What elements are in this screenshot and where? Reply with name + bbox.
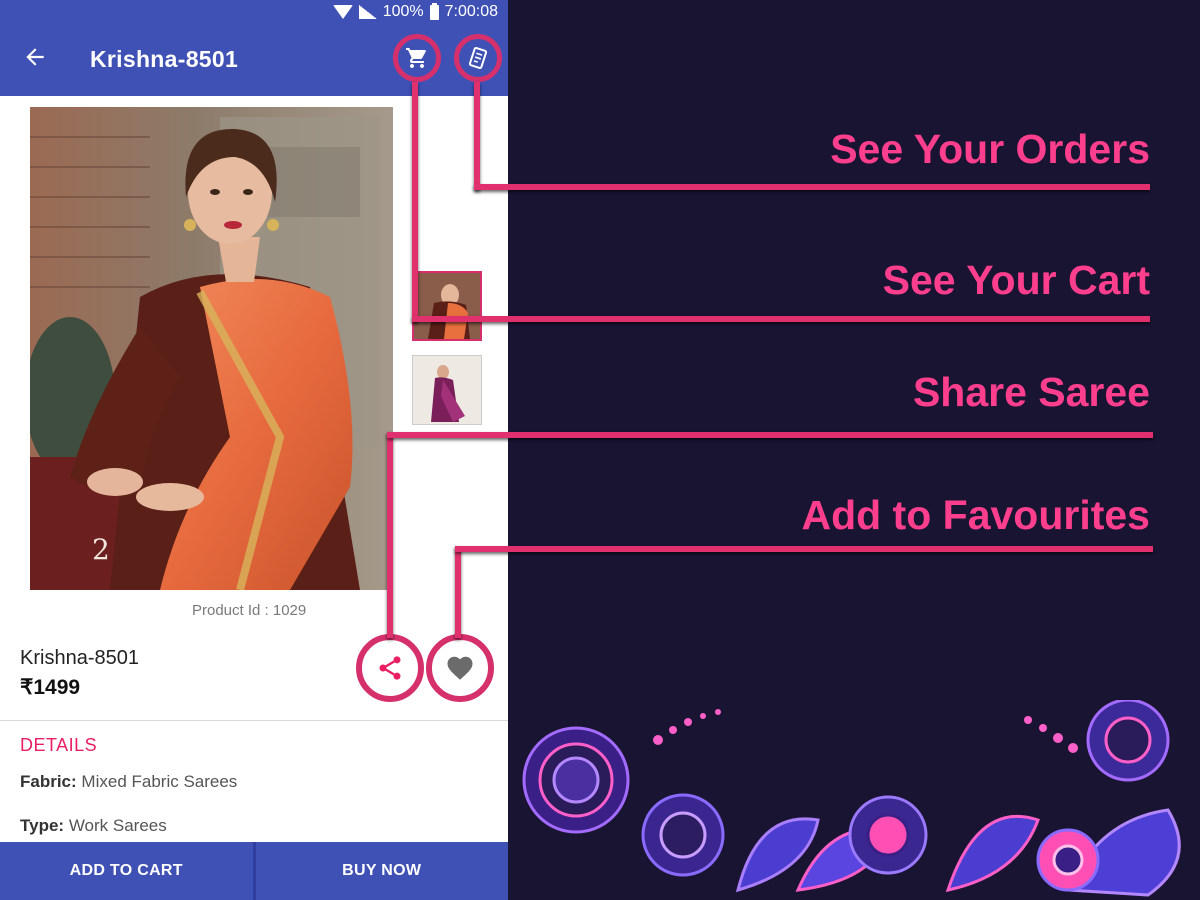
product-main-image[interactable]: 2 — [30, 107, 393, 590]
spec-value: Mixed Fabric Sarees — [81, 772, 238, 791]
spec-value: Work Sarees — [68, 816, 167, 835]
bottom-action-bar: ADD TO CART BUY NOW — [0, 842, 508, 900]
thumbnail-2[interactable] — [412, 355, 482, 425]
favourite-button[interactable] — [426, 634, 494, 702]
callout-line-orders — [474, 184, 1150, 190]
callout-cart-label: See Your Cart — [882, 257, 1150, 303]
status-bar: 100% 7:00:08 — [0, 0, 508, 26]
callout-line-orders-vertical — [474, 82, 480, 190]
callout-line-cart — [412, 316, 1150, 322]
signal-icon — [358, 5, 377, 19]
phone-screen: 100% 7:00:08 Krishna-8501 2 Product Id:… — [0, 0, 508, 900]
spec-type: Type: Work Sarees — [20, 816, 167, 836]
share-button[interactable] — [356, 634, 424, 702]
spec-fabric: Fabric: Mixed Fabric Sarees — [20, 772, 237, 792]
page-title: Krishna-8501 — [90, 46, 239, 72]
divider — [0, 720, 508, 721]
callout-favourites-label: Add to Favourites — [801, 492, 1150, 538]
orders-button[interactable] — [454, 34, 502, 82]
app-bar: Krishna-8501 — [0, 26, 508, 96]
cart-icon — [406, 48, 426, 68]
share-icon — [379, 656, 401, 680]
cart-button[interactable] — [393, 34, 441, 82]
battery-icon — [429, 2, 439, 20]
buy-now-button[interactable]: BUY NOW — [256, 842, 509, 900]
product-price: ₹1499 — [20, 676, 81, 699]
heart-icon — [447, 656, 473, 680]
add-to-cart-button[interactable]: ADD TO CART — [0, 842, 253, 900]
spec-label: Fabric: — [20, 772, 77, 791]
thumbnail-1[interactable] — [412, 271, 482, 341]
details-heading: DETAILS — [20, 735, 98, 755]
callout-share-label: Share Saree — [912, 369, 1150, 415]
battery-percent: 100% — [382, 3, 424, 20]
back-arrow-icon[interactable] — [22, 44, 52, 74]
paisley-decoration — [522, 700, 1181, 897]
callout-line-share — [387, 432, 1153, 438]
callout-line-fav-vertical — [455, 546, 461, 638]
callout-line-share-vertical — [387, 432, 393, 638]
product-id: Product Id : 1029 — [192, 602, 307, 619]
board-number: 2 — [92, 533, 110, 566]
product-name: Krishna-8501 — [20, 647, 139, 669]
wifi-icon — [332, 5, 353, 19]
callout-line-cart-vertical — [412, 82, 418, 322]
spec-label: Type: — [20, 816, 65, 835]
callout-line-fav — [455, 546, 1153, 552]
callout-orders-label: See Your Orders — [830, 126, 1150, 172]
orders-receipt-icon — [468, 46, 488, 70]
clock: 7:00:08 — [444, 3, 498, 20]
